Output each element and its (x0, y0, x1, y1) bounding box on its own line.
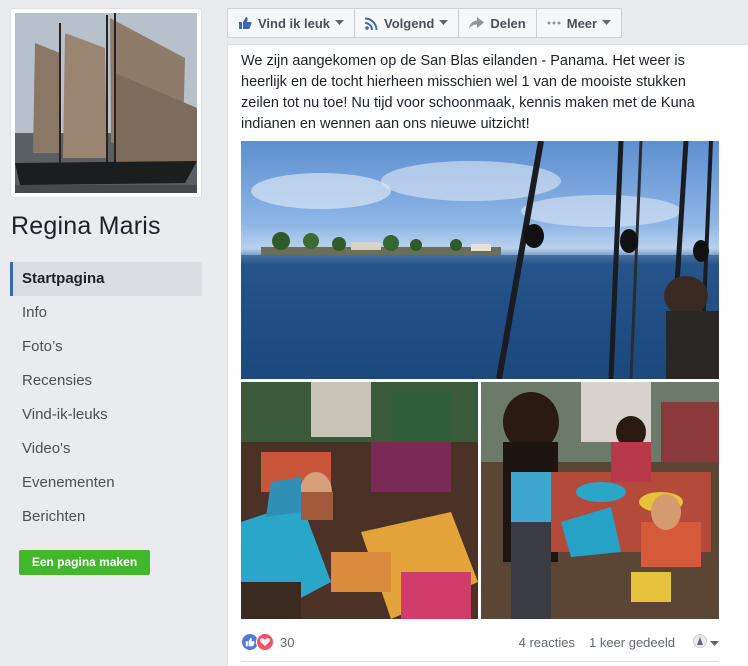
profile-picture-frame[interactable] (10, 8, 202, 198)
sidebar-item-fotos[interactable]: Foto’s (10, 330, 202, 364)
like-page-button[interactable]: Vind ik leuk (228, 9, 356, 37)
girl-market-photo (481, 382, 719, 619)
caret-down-icon (710, 635, 719, 650)
shares-count-link[interactable]: 1 keer gedeeld (589, 635, 675, 650)
post-photo-market-left[interactable] (241, 382, 478, 619)
like-page-label: Vind ik leuk (258, 15, 331, 31)
post-photo-main[interactable] (241, 141, 719, 379)
share-button[interactable]: Delen (459, 9, 537, 37)
create-page-button[interactable]: Een pagina maken (19, 550, 150, 575)
caret-down-icon (335, 20, 345, 26)
share-label: Delen (490, 15, 526, 31)
caret-down-icon (439, 20, 449, 26)
caret-down-icon (602, 20, 612, 26)
share-arrow-icon (469, 17, 485, 29)
ship-illustration (15, 13, 197, 193)
post-divider (241, 661, 719, 662)
sidebar-item-startpagina[interactable]: Startpagina (10, 262, 202, 296)
post-card: We zijn aangekomen op de San Blas eiland… (227, 44, 748, 666)
page-action-bar: Vind ik leuk Volgend Delen Meer (227, 8, 623, 38)
sidebar-item-vind-ik-leuks[interactable]: Vind-ik-leuks (10, 398, 202, 432)
engagement-stats: 4 reacties 1 keer gedeeld (519, 633, 719, 651)
page-title[interactable]: Regina Maris (11, 212, 161, 241)
viewer-selector[interactable] (693, 633, 719, 651)
follow-button[interactable]: Volgend (355, 9, 460, 37)
follow-label: Volgend (384, 15, 435, 31)
market-goods-photo (241, 382, 478, 619)
comments-count-link[interactable]: 4 reacties (519, 635, 575, 650)
sidebar-nav: Startpagina Info Foto’s Recensies Vind-i… (10, 262, 202, 534)
reaction-count: 30 (280, 634, 295, 650)
reaction-icons[interactable]: 30 (241, 633, 294, 651)
sidebar-item-berichten[interactable]: Berichten (10, 500, 202, 534)
thumbs-up-icon (238, 16, 252, 30)
sidebar-item-videos[interactable]: Video's (10, 432, 202, 466)
post-photo-market-right[interactable] (481, 382, 719, 619)
more-label: Meer (566, 15, 598, 31)
post-text: We zijn aangekomen op de San Blas eiland… (241, 53, 695, 132)
sea-island-photo (241, 141, 719, 379)
reactions-bar: 30 4 reacties 1 keer gedeeld (241, 631, 719, 653)
more-button[interactable]: Meer (537, 9, 621, 37)
ellipsis-icon (547, 21, 561, 25)
rss-icon (365, 17, 378, 30)
profile-picture[interactable] (15, 13, 197, 193)
sidebar-item-evenementen[interactable]: Evenementen (10, 466, 202, 500)
love-reaction-icon (256, 633, 274, 651)
page-avatar-icon (693, 633, 707, 651)
sidebar-item-info[interactable]: Info (10, 296, 202, 330)
sidebar-item-recensies[interactable]: Recensies (10, 364, 202, 398)
left-column: Regina Maris Startpagina Info Foto’s Rec… (0, 0, 214, 666)
